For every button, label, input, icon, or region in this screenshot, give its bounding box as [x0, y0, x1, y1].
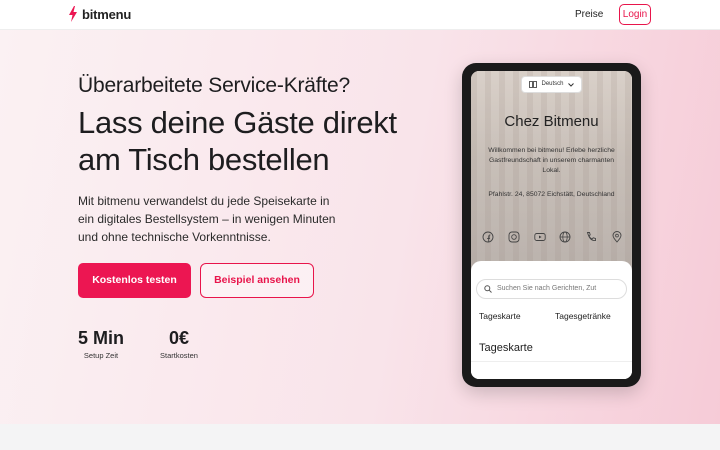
- dish-search-input[interactable]: Suchen Sie nach Gerichten, Zut: [476, 279, 627, 299]
- hero-description: Mit bitmenu verwandelst du jede Speiseka…: [78, 194, 336, 244]
- stat-label: Setup Zeit: [83, 351, 119, 360]
- book-icon: [529, 81, 538, 88]
- location-icon[interactable]: [611, 230, 623, 243]
- try-free-button[interactable]: Kostenlos testen: [78, 263, 191, 298]
- tab-daily-drinks[interactable]: Tagesgetränke: [555, 311, 611, 321]
- search-placeholder: Suchen Sie nach Gerichten, Zut: [497, 285, 597, 292]
- facebook-icon[interactable]: [482, 230, 494, 243]
- stat-setup-time: 5 Min Setup Zeit: [78, 328, 124, 360]
- menu-sheet: Suchen Sie nach Gerichten, Zut Tageskart…: [471, 261, 632, 379]
- nav-link-pricing[interactable]: Preise: [575, 9, 603, 20]
- brand-name: bitmenu: [82, 6, 132, 22]
- bolt-icon: [69, 6, 77, 22]
- restaurant-address: Pfahlstr. 24, 85072 Eichstätt, Deutschla…: [488, 191, 615, 198]
- login-button[interactable]: Login: [619, 4, 651, 25]
- chevron-down-icon: [567, 82, 574, 87]
- menu-section-title: Tageskarte: [479, 342, 533, 354]
- stat-value: 0€: [168, 328, 190, 348]
- divider: [471, 361, 632, 362]
- tab-daily-menu[interactable]: Tageskarte: [479, 311, 521, 321]
- next-section-band: [0, 424, 720, 450]
- hero-headline: Lass deine Gäste direkt am Tisch bestell…: [78, 105, 397, 177]
- instagram-icon[interactable]: [508, 230, 520, 243]
- stat-start-costs: 0€ Startkosten: [157, 328, 201, 360]
- phone-icon[interactable]: [585, 230, 597, 242]
- brand-logo[interactable]: bitmenu: [68, 6, 131, 22]
- top-navbar: bitmenu Preise Login: [0, 0, 720, 30]
- search-icon: [484, 285, 492, 293]
- social-links: [482, 230, 623, 243]
- youtube-icon[interactable]: [533, 230, 546, 242]
- globe-icon[interactable]: [559, 230, 571, 243]
- hero-eyebrow: Überarbeitete Service-Kräfte?: [78, 74, 350, 97]
- stat-label: Startkosten: [160, 351, 198, 360]
- phone-mockup: Deutsch Chez Bitmenu Willkommen bei bitm…: [462, 63, 641, 387]
- stat-value: 5 Min: [78, 328, 125, 348]
- welcome-text: Willkommen bei bitmenu! Erlebe herzliche…: [488, 147, 615, 174]
- view-example-button[interactable]: Beispiel ansehen: [200, 263, 314, 298]
- language-label: Deutsch: [541, 81, 564, 87]
- phone-screen: Deutsch Chez Bitmenu Willkommen bei bitm…: [471, 71, 632, 379]
- restaurant-name: Chez Bitmenu: [504, 113, 599, 130]
- language-selector[interactable]: Deutsch: [521, 76, 582, 93]
